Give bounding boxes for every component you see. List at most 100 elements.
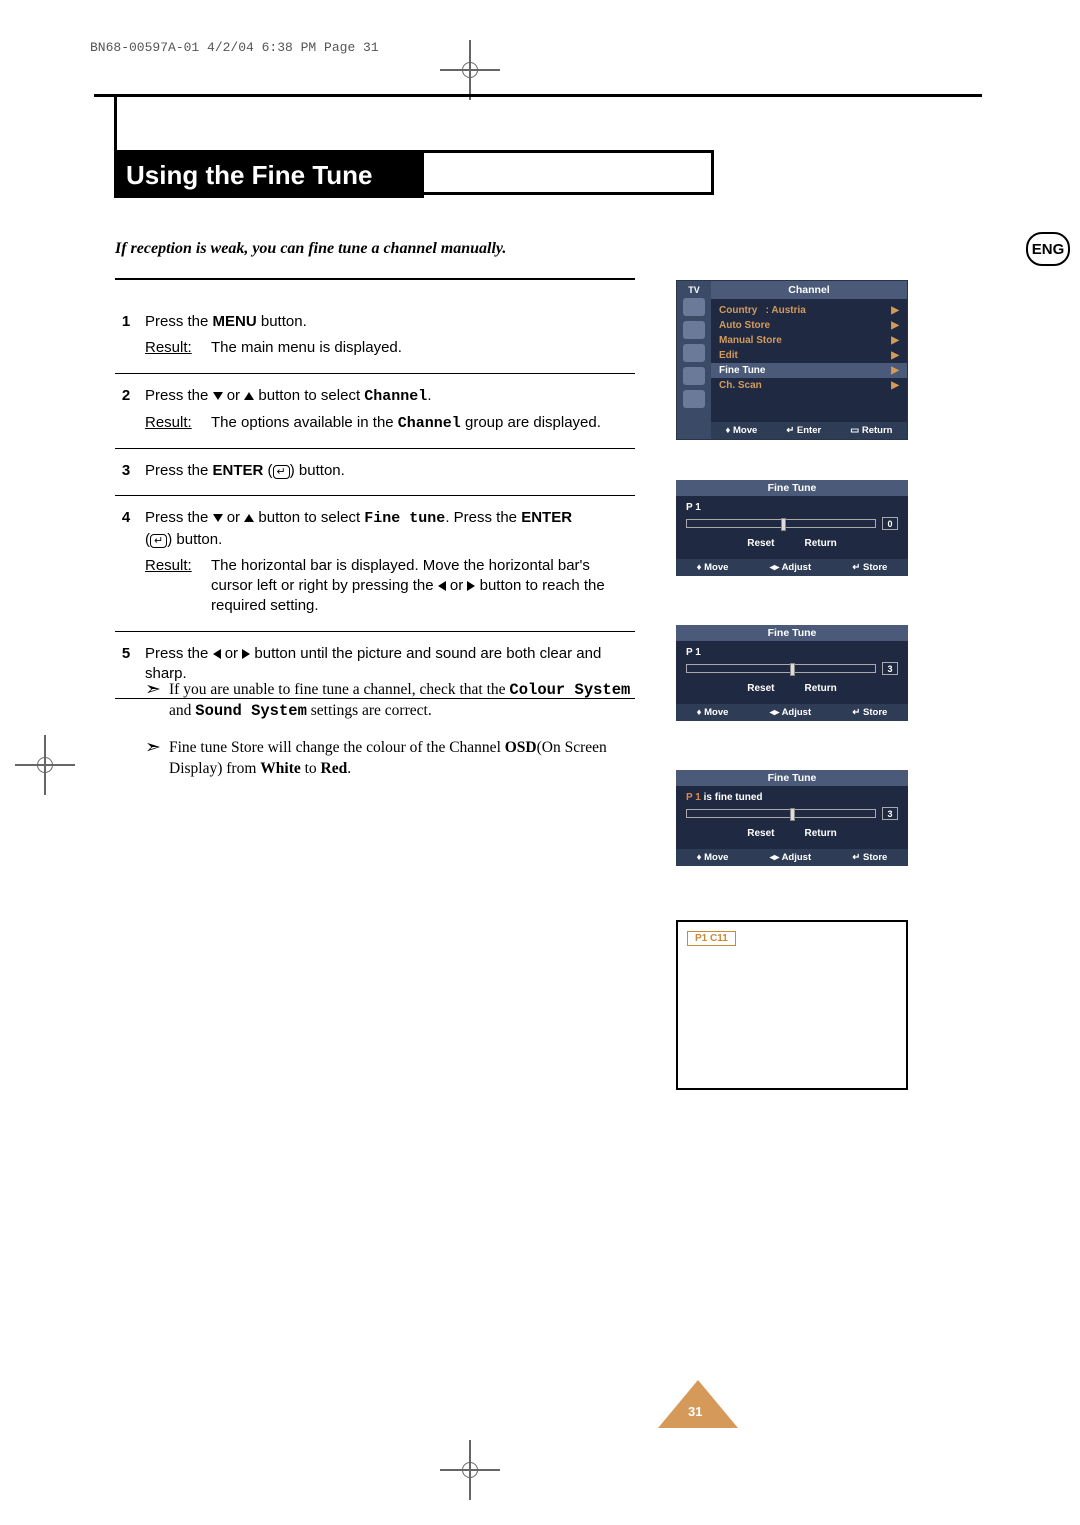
language-badge: ENG [1026,232,1070,266]
text: If you are unable to fine tune a channel… [169,681,509,698]
sidebar-icon [683,298,705,316]
text: Press the [145,509,213,526]
osd-move: ♦ Move [726,425,758,436]
sidebar-icon [683,367,705,385]
text: Press the [145,313,213,330]
step-2: 2 Press the or button to select Channel.… [115,374,635,450]
enter-bold: ENTER [521,509,572,526]
print-header: BN68-00597A-01 4/2/04 6:38 PM Page 31 [90,40,379,55]
sidebar-icon [683,321,705,339]
text: button to select [254,509,364,526]
text: to [301,760,321,777]
osd-value: 0 [882,517,898,530]
step-body: Press the or button to select Fine tune.… [145,508,635,616]
down-triangle-icon [213,392,223,400]
osd-tv-label: TV [688,285,700,295]
step-4: 4 Press the or button to select Fine tun… [115,496,635,631]
text: group are displayed. [461,414,601,431]
left-triangle-icon [213,649,221,659]
step-body: Press the or button until the picture an… [145,644,635,685]
text: . [427,387,431,404]
osd-title: Channel [711,281,907,299]
osd-move: ♦ Move [697,852,729,863]
tv-preview-box: P1 C11 [676,920,908,1090]
text: and [169,702,195,719]
osd-slider-row: 3 [686,662,898,675]
note-1: ➣ If you are unable to fine tune a chann… [145,680,635,722]
result-text: The main menu is displayed. [211,338,402,358]
result-text: The horizontal bar is displayed. Move th… [211,556,635,617]
down-triangle-icon [213,514,223,522]
text: or [221,645,243,662]
osd-store: ↵ Store [852,852,887,863]
osd-slider [686,664,876,673]
note-marker-icon: ➣ [145,738,169,780]
crop-mark-bottom [440,1440,500,1500]
enter-bold: ENTER [213,462,264,479]
step-number: 3 [115,461,145,481]
text: Press the [145,645,213,662]
finetune-mono: Fine tune [364,510,445,527]
osd-menu-row: Ch. Scan▶ [719,378,899,393]
osd-slider [686,519,876,528]
enter-icon: ↵ [273,465,290,479]
text: or [223,387,245,404]
sidebar-icon [683,390,705,408]
text: Press the [145,387,213,404]
channel-mono: Channel [364,388,427,405]
text: The options available in the [211,414,398,431]
sidebar-icon [683,344,705,362]
osd-body: Country : Austria▶Auto Store▶Manual Stor… [711,299,907,422]
osd-p1-tuned: P 1 is fine tuned [686,792,898,803]
intro-text: If reception is weak, you can fine tune … [115,240,635,280]
text: ) button. [290,462,345,479]
note-text: Fine tune Store will change the colour o… [169,738,635,780]
page-number: 31 [688,1404,702,1419]
step-body: Press the ENTER (↵) button. [145,461,635,481]
text: or [446,577,468,594]
menu-bold: MENU [213,313,257,330]
osd-return: Return [805,683,837,694]
osd-menu-row: Manual Store▶ [719,333,899,348]
text: . [347,760,351,777]
page-title: Using the Fine Tune [114,153,424,198]
osd-p1: P 1 [686,502,898,513]
osd-slider [686,809,876,818]
channel-osd-pill: P1 C11 [687,931,736,946]
osd-main: Channel Country : Austria▶Auto Store▶Man… [711,281,907,439]
left-triangle-icon [438,581,446,591]
osd-menu-row: Edit▶ [719,348,899,363]
text: button. [257,313,307,330]
osd-return: Return [805,538,837,549]
osd-title: Fine Tune [676,625,908,641]
osd-menu-row: Country : Austria▶ [719,303,899,318]
step-number: 4 [115,508,145,616]
osd-adjust: ◂▸ Adjust [770,707,811,718]
osd-reset: Reset [747,683,774,694]
result-text: The options available in the Channel gro… [211,413,601,434]
osd-adjust: ◂▸ Adjust [770,562,811,573]
osd-store: ↵ Store [852,562,887,573]
osd-slider-row: 3 [686,807,898,820]
text: or [223,509,245,526]
white-bold: White [260,760,300,777]
step-body: Press the MENU button. Result: The main … [145,312,635,359]
osd-store: ↵ Store [852,707,887,718]
steps-list: 1 Press the MENU button. Result: The mai… [115,300,635,699]
osd-value: 3 [882,807,898,820]
crop-mark-left [15,735,75,795]
text: Fine tune Store will change the colour o… [169,739,505,756]
osd-reset: Reset [747,538,774,549]
osd-fine-tune-0: Fine Tune P 1 0 Reset Return ♦ Move ◂▸ A… [676,480,908,576]
note-2: ➣ Fine tune Store will change the colour… [145,738,635,780]
osd-return: ▭ Return [850,425,892,436]
up-triangle-icon [244,392,254,400]
red-bold: Red [321,760,348,777]
up-triangle-icon [244,514,254,522]
result-label: Result: [145,338,211,358]
osd-value: 3 [882,662,898,675]
osd-slider-row: 0 [686,517,898,530]
step-number: 5 [115,644,145,685]
osd-bold: OSD [505,739,537,756]
vertical-rule [114,94,117,150]
